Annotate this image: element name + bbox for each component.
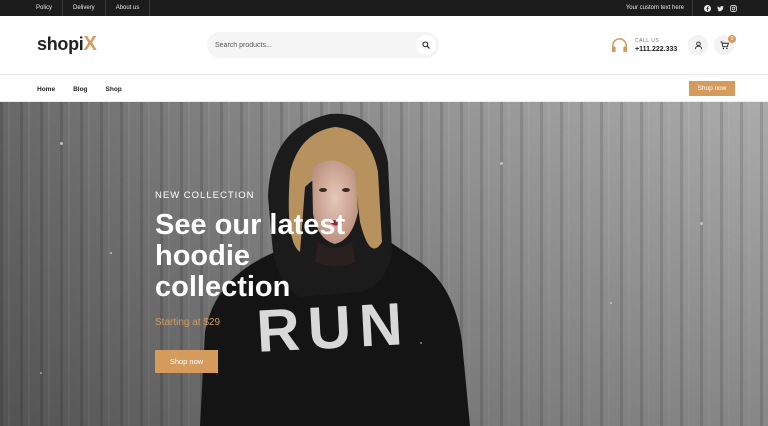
site-logo[interactable]: shopiX (37, 33, 97, 56)
call-label: CALL US (635, 37, 660, 44)
search-input[interactable] (215, 38, 410, 52)
account-button[interactable] (688, 35, 708, 55)
top-right: Your custom text here (626, 0, 738, 16)
cart-count-badge: 0 (728, 35, 736, 43)
nav-shop-now-button[interactable]: Shop now (689, 81, 735, 96)
nav-item-home[interactable]: Home (37, 86, 55, 93)
hero-headline: See our latest hoodie collection (155, 210, 415, 303)
nav-item-shop[interactable]: Shop (106, 86, 122, 93)
nav-menu: Home Blog Shop (37, 75, 140, 103)
top-link-policy[interactable]: Policy (26, 0, 64, 16)
top-link-about[interactable]: About us (106, 0, 151, 16)
search-bar (207, 32, 439, 58)
logo-accent-text: X (83, 33, 97, 55)
top-link-delivery[interactable]: Delivery (63, 0, 106, 16)
nav-item-blog[interactable]: Blog (73, 86, 87, 93)
top-bar: Policy Delivery About us Your custom tex… (0, 0, 768, 16)
phone-number[interactable]: +111.222.333 (635, 46, 677, 53)
twitter-icon[interactable] (716, 4, 725, 13)
custom-text: Your custom text here (626, 0, 693, 16)
hero-banner: RUN NEW COLLECTION See our latest hoodie… (0, 102, 768, 426)
call-us: CALL US +111.222.333 (609, 34, 677, 56)
headphones-icon (609, 35, 629, 55)
top-links: Policy Delivery About us (26, 0, 151, 16)
site-header: shopiX CALL US +111.222.333 0 (0, 16, 768, 74)
instagram-icon[interactable] (729, 4, 738, 13)
hero-shop-now-button[interactable]: Shop now (155, 350, 218, 373)
hero-eyebrow: NEW COLLECTION (155, 190, 255, 201)
user-icon (694, 41, 702, 49)
hero-headline-line: See our latest (155, 209, 346, 241)
search-button[interactable] (416, 35, 436, 55)
cart-icon (719, 40, 729, 49)
hero-headline-line: hoodie (155, 240, 251, 272)
hero-price: Starting at $29 (155, 317, 221, 328)
logo-main-text: shopi (37, 34, 84, 54)
hero-headline-line: collection (155, 271, 291, 303)
search-icon (422, 41, 430, 49)
facebook-icon[interactable] (703, 4, 712, 13)
main-nav: Home Blog Shop Shop now (0, 74, 768, 102)
